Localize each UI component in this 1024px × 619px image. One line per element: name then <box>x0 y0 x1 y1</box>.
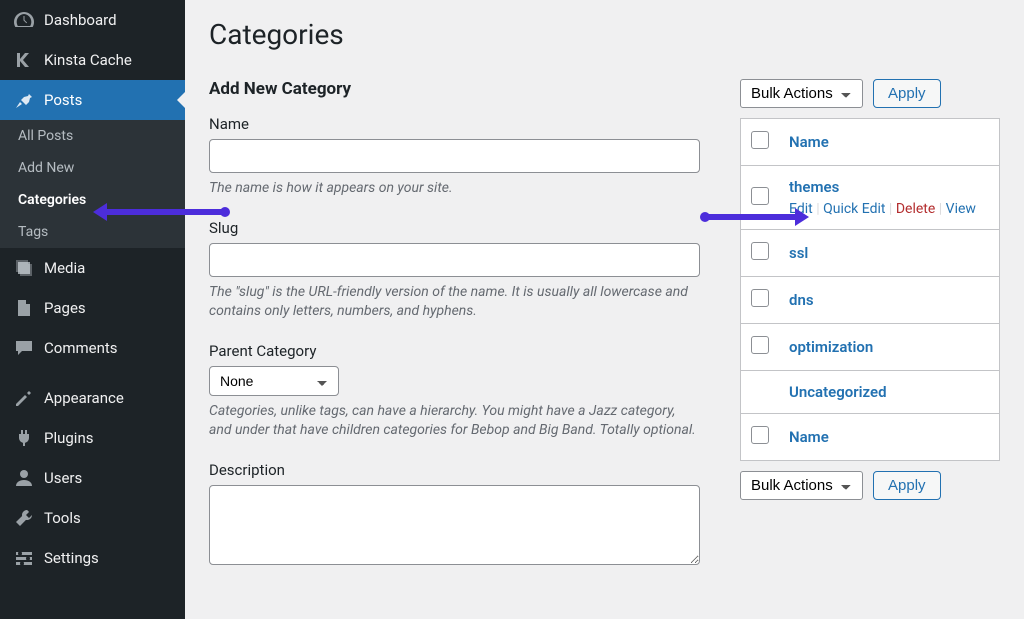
sidebar-item-label: Appearance <box>44 389 124 407</box>
table-row: ssl <box>741 230 1000 277</box>
page-title: Categories <box>209 18 1000 51</box>
parent-label: Parent Category <box>209 342 700 360</box>
name-desc: The name is how it appears on your site. <box>209 179 700 199</box>
name-label: Name <box>209 115 700 133</box>
category-link-uncategorized[interactable]: Uncategorized <box>789 383 887 401</box>
description-textarea[interactable] <box>209 485 700 565</box>
sidebar-item-dashboard[interactable]: Dashboard <box>0 0 185 40</box>
plugins-icon <box>14 428 38 448</box>
category-link-themes[interactable]: themes <box>789 178 839 196</box>
sidebar-item-label: Posts <box>44 91 82 109</box>
row-checkbox[interactable] <box>751 187 769 205</box>
table-row: dns <box>741 277 1000 324</box>
delete-link[interactable]: Delete <box>896 201 935 217</box>
appearance-icon <box>14 388 38 408</box>
table-row: Uncategorized <box>741 371 1000 414</box>
quick-edit-link[interactable]: Quick Edit <box>823 201 885 217</box>
sidebar-item-appearance[interactable]: Appearance <box>0 378 185 418</box>
category-link-dns[interactable]: dns <box>789 291 814 309</box>
row-actions: Edit | Quick Edit | Delete | View <box>789 201 989 217</box>
sidebar-item-comments[interactable]: Comments <box>0 328 185 368</box>
category-link-optimization[interactable]: optimization <box>789 338 873 356</box>
row-checkbox[interactable] <box>751 289 769 307</box>
dashboard-icon <box>14 10 38 30</box>
main-content: Categories Add New Category Name The nam… <box>185 0 1024 619</box>
tools-icon <box>14 508 38 528</box>
sidebar-item-label: Kinsta Cache <box>44 51 132 69</box>
row-checkbox[interactable] <box>751 242 769 260</box>
sidebar-item-settings[interactable]: Settings <box>0 538 185 578</box>
pin-icon <box>14 90 38 110</box>
bulk-actions-select-bottom[interactable]: Bulk Actions <box>740 471 863 500</box>
select-all-bottom-checkbox[interactable] <box>751 426 769 444</box>
sidebar-item-plugins[interactable]: Plugins <box>0 418 185 458</box>
parent-select[interactable]: None <box>209 366 339 396</box>
comments-icon <box>14 338 38 358</box>
slug-input[interactable] <box>209 243 700 277</box>
annotation-arrow-right <box>705 214 795 220</box>
kinsta-icon <box>14 50 38 70</box>
tablenav-bottom: Bulk Actions Apply <box>740 471 1000 500</box>
admin-sidebar: Dashboard Kinsta Cache Posts All Posts A… <box>0 0 185 619</box>
row-checkbox[interactable] <box>751 336 769 354</box>
sidebar-item-label: Pages <box>44 299 86 317</box>
bulk-actions-select-top[interactable]: Bulk Actions <box>740 79 863 108</box>
apply-button-top[interactable]: Apply <box>873 79 941 108</box>
apply-button-bottom[interactable]: Apply <box>873 471 941 500</box>
sidebar-item-label: Plugins <box>44 429 93 447</box>
posts-submenu: All Posts Add New Categories Tags <box>0 120 185 248</box>
sidebar-item-label: Users <box>44 469 82 487</box>
annotation-arrow-left <box>107 209 225 215</box>
pages-icon <box>14 298 38 318</box>
sidebar-item-media[interactable]: Media <box>0 248 185 288</box>
sidebar-item-tools[interactable]: Tools <box>0 498 185 538</box>
sidebar-item-kinsta-cache[interactable]: Kinsta Cache <box>0 40 185 80</box>
tablenav-top: Bulk Actions Apply <box>740 79 1000 108</box>
table-row: optimization <box>741 324 1000 371</box>
add-category-form: Add New Category Name The name is how it… <box>209 79 700 589</box>
sidebar-item-label: Dashboard <box>44 11 117 29</box>
sidebar-item-label: Tools <box>44 509 81 527</box>
media-icon <box>14 258 38 278</box>
settings-icon <box>14 548 38 568</box>
description-label: Description <box>209 461 700 479</box>
sidebar-item-label: Comments <box>44 339 118 357</box>
users-icon <box>14 468 38 488</box>
sidebar-item-pages[interactable]: Pages <box>0 288 185 328</box>
name-input[interactable] <box>209 139 700 173</box>
parent-desc: Categories, unlike tags, can have a hier… <box>209 402 700 441</box>
select-all-top-checkbox[interactable] <box>751 131 769 149</box>
category-link-ssl[interactable]: ssl <box>789 244 808 262</box>
categories-table: Name themes Edit | Quick Edit | Delete | <box>740 118 1000 461</box>
slug-label: Slug <box>209 219 700 237</box>
submenu-item-all-posts[interactable]: All Posts <box>0 120 185 152</box>
name-column-header[interactable]: Name <box>789 133 829 151</box>
name-column-footer[interactable]: Name <box>789 428 829 446</box>
slug-desc: The "slug" is the URL-friendly version o… <box>209 283 700 322</box>
sidebar-item-users[interactable]: Users <box>0 458 185 498</box>
view-link[interactable]: View <box>946 201 976 217</box>
categories-list-panel: Bulk Actions Apply Name themes <box>740 79 1000 589</box>
sidebar-item-label: Media <box>44 259 85 277</box>
sidebar-item-label: Settings <box>44 549 99 567</box>
submenu-item-add-new[interactable]: Add New <box>0 152 185 184</box>
form-heading: Add New Category <box>209 79 700 99</box>
sidebar-item-posts[interactable]: Posts <box>0 80 185 120</box>
